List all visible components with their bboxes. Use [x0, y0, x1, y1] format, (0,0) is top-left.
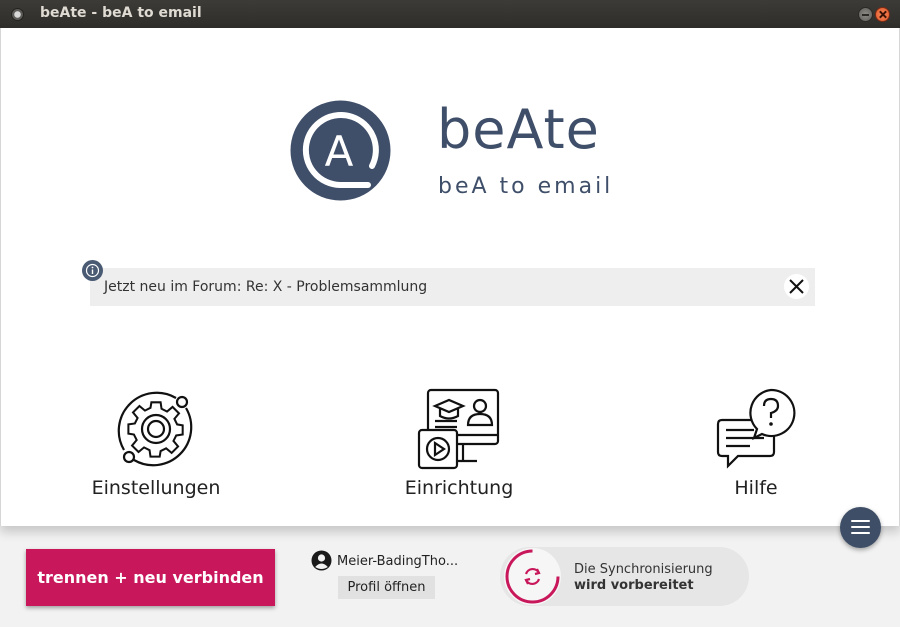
news-banner[interactable]: Jetzt neu im Forum: Re: X - Problemsamml…	[90, 268, 815, 306]
brand-tagline: beA to email	[438, 174, 614, 199]
tile-help[interactable]: Hilfe	[656, 388, 856, 508]
svg-text:A: A	[325, 127, 354, 176]
window-title: beAte - beA to email	[40, 5, 202, 21]
tutorial-icon	[417, 388, 500, 470]
tile-help-label: Hilfe	[734, 477, 778, 499]
news-close-button[interactable]	[784, 274, 809, 299]
open-profile-button[interactable]: Profil öffnen	[338, 576, 435, 599]
app-window: beAte - beA to email A beAte beA to emai…	[0, 0, 900, 627]
sync-status-line2: wird vorbereitet	[574, 578, 694, 593]
sync-status-line1: Die Synchronisierung	[574, 562, 713, 577]
help-chat-icon	[716, 388, 796, 469]
info-icon	[82, 260, 103, 281]
sync-spinner	[504, 548, 561, 605]
sync-icon	[524, 567, 541, 586]
tile-settings-label: Einstellungen	[91, 477, 221, 499]
tile-setup-label: Einrichtung	[404, 477, 514, 499]
disconnect-reconnect-button[interactable]: trennen + neu verbinden	[26, 549, 275, 606]
sync-status: Die Synchronisierung wird vorbereitet	[500, 547, 749, 606]
menu-button[interactable]	[840, 507, 881, 548]
tile-settings[interactable]: Einstellungen	[56, 388, 256, 508]
main-panel: A beAte beA to email Jetzt neu im Forum:…	[0, 28, 900, 526]
minimize-button[interactable]	[858, 7, 873, 22]
title-bar: beAte - beA to email	[0, 0, 900, 28]
user-name: Meier-BadingTho...	[337, 554, 459, 569]
brand-name: beAte	[437, 98, 600, 161]
footer-bar: trennen + neu verbinden Meier-BadingTho.…	[0, 526, 900, 627]
tile-setup[interactable]: Einrichtung	[359, 388, 559, 508]
close-window-button[interactable]	[875, 7, 890, 22]
gear-icon	[117, 391, 193, 467]
hamburger-menu-icon	[851, 520, 870, 522]
user-avatar-icon	[311, 550, 332, 571]
close-icon	[789, 279, 804, 294]
beate-logo-icon: A	[290, 100, 391, 201]
news-text[interactable]: Jetzt neu im Forum: Re: X - Problemsamml…	[104, 279, 427, 295]
window-menu-icon[interactable]	[11, 8, 24, 21]
